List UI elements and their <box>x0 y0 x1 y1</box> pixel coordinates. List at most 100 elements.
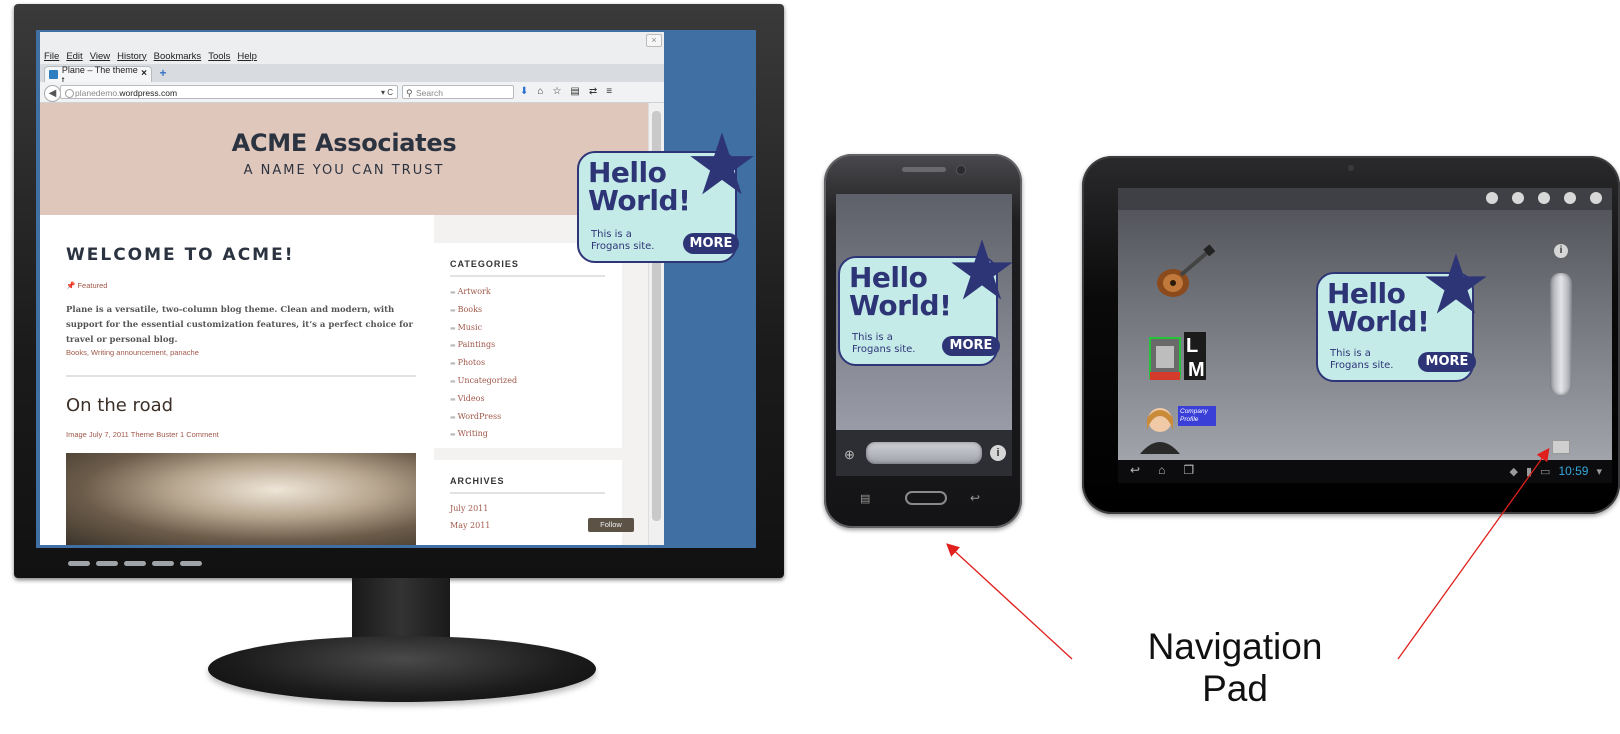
navigation-slider[interactable] <box>866 442 982 464</box>
home-icon[interactable]: ⌂ <box>537 85 543 99</box>
frogans-site-bubble-phone[interactable]: Hello World! This is a Frogans site. MOR… <box>838 239 1012 366</box>
post-title[interactable]: WELCOME TO ACME! <box>66 245 294 265</box>
menu-help[interactable]: Help <box>237 51 257 62</box>
category-link[interactable]: Music <box>450 323 517 341</box>
info-icon[interactable]: i <box>1554 244 1568 258</box>
post2-meta[interactable]: Image July 7, 2011 Theme Buster 1 Commen… <box>66 430 219 439</box>
widget-rule <box>450 275 605 277</box>
categories-list: Artwork Books Music Paintings Photos Unc… <box>450 287 517 447</box>
history-icon[interactable] <box>1564 192 1576 204</box>
tablet: L M Company Profile Hello World! This is… <box>1082 156 1620 514</box>
notification-icon: ▮ <box>1525 465 1533 478</box>
menu-view[interactable]: View <box>90 51 110 62</box>
monitor-button[interactable] <box>180 561 202 566</box>
globe-icon[interactable]: ⊕ <box>844 447 855 463</box>
category-link[interactable]: Writing <box>450 429 517 447</box>
follow-button[interactable]: Follow <box>588 518 634 532</box>
menu-tools[interactable]: Tools <box>208 51 230 62</box>
settings-icon[interactable] <box>1590 192 1602 204</box>
sub-line1: This is a <box>852 332 893 343</box>
category-link[interactable]: Paintings <box>450 340 517 358</box>
notification-icon: ◆ <box>1509 465 1518 478</box>
post-meta[interactable]: Books, Writing announcement, panache <box>66 348 199 357</box>
search-placeholder: Search <box>416 88 443 98</box>
mandolin-icon[interactable] <box>1153 243 1215 303</box>
monitor-button[interactable] <box>124 561 146 566</box>
site-tagline: A NAME YOU CAN TRUST <box>243 163 445 178</box>
new-tab-button[interactable]: + <box>156 66 170 80</box>
menu-icon[interactable]: ≡ <box>606 85 612 99</box>
frogans-site-bubble-tablet[interactable]: Hello World! This is a Frogans site. MOR… <box>1316 253 1487 382</box>
category-link[interactable]: Photos <box>450 358 517 376</box>
caption-line2: Pad <box>1202 668 1268 709</box>
smiley-icon[interactable] <box>1538 192 1550 204</box>
category-link[interactable]: Uncategorized <box>450 376 517 394</box>
navigation-toolbar: ◀ planedemo.wordpress.com ▾ C ⚲ Search ⬇… <box>40 82 664 103</box>
monitor-button[interactable] <box>152 561 174 566</box>
world-text: World! <box>588 184 691 217</box>
back-key-icon[interactable]: ↩ <box>970 491 980 505</box>
navigation-pad-grid-icon[interactable] <box>1552 440 1570 454</box>
world-text: World! <box>1327 305 1430 338</box>
archive-link[interactable]: July 2011 <box>450 504 490 521</box>
category-link[interactable]: WordPress <box>450 412 517 430</box>
favorites-icon[interactable] <box>1512 192 1524 204</box>
share-icon[interactable]: ⇄ <box>589 85 597 99</box>
featured-label[interactable]: 📌 Featured <box>66 281 107 290</box>
info-icon[interactable]: i <box>990 445 1006 461</box>
monitor-button[interactable] <box>68 561 90 566</box>
category-link[interactable]: Videos <box>450 394 517 412</box>
post2-title[interactable]: On the road <box>66 395 173 416</box>
home-icon[interactable]: ⌂ <box>1158 463 1165 477</box>
wifi-icon: ▾ <box>1596 465 1602 478</box>
featured-text: Featured <box>77 281 108 290</box>
hello-text: Hello <box>588 156 667 189</box>
notification-icon: ▭ <box>1540 465 1551 478</box>
back-button[interactable]: ◀ <box>44 85 61 102</box>
tab-plane[interactable]: Plane – The theme t… × <box>44 65 152 85</box>
site-title[interactable]: ACME Associates <box>40 129 648 157</box>
category-link[interactable]: Artwork <box>450 287 517 305</box>
monitor-button[interactable] <box>96 561 118 566</box>
bookmark-icon[interactable] <box>1486 192 1498 204</box>
window-close-button[interactable]: × <box>646 34 662 47</box>
lm-shortcut-icon[interactable]: L M <box>1146 328 1208 386</box>
archives-list: July 2011 May 2011 <box>450 504 490 538</box>
frogans-site-bubble-desktop[interactable]: Hello World! This is a Frogans site. MOR… <box>577 132 754 263</box>
url-bar[interactable]: planedemo.wordpress.com ▾ C <box>60 85 398 99</box>
bookmark-list-icon[interactable]: ▤ <box>570 85 579 99</box>
navigation-pad: ⊕ i <box>836 430 1012 476</box>
widget-rule <box>450 492 605 494</box>
clock: 10:59 <box>1558 464 1589 478</box>
menu-edit[interactable]: Edit <box>66 51 82 62</box>
recent-apps-icon[interactable]: ❐ <box>1183 463 1194 477</box>
download-icon[interactable]: ⬇ <box>520 85 528 99</box>
more-button[interactable]: MORE <box>683 233 739 254</box>
company-profile-shortcut[interactable]: Company Profile <box>1138 400 1218 454</box>
search-input[interactable]: ⚲ Search <box>402 85 514 99</box>
caption-line1: Navigation <box>1147 626 1323 667</box>
home-key[interactable] <box>905 491 947 505</box>
camera-icon <box>956 165 966 175</box>
menu-key-icon[interactable]: ▤ <box>860 492 870 505</box>
menu-history[interactable]: History <box>117 51 147 62</box>
system-nav-keys: ↩ ⌂ ❐ <box>1130 463 1194 477</box>
star-icon[interactable]: ☆ <box>552 85 561 99</box>
more-button[interactable]: MORE <box>1418 352 1476 372</box>
web-page: ACME Associates A NAME YOU CAN TRUST WEL… <box>40 103 648 545</box>
menu-file[interactable]: File <box>44 51 59 62</box>
menu-bookmarks[interactable]: Bookmarks <box>154 51 202 62</box>
navigation-slider[interactable] <box>1550 273 1572 395</box>
tab-close-icon[interactable]: × <box>141 68 147 79</box>
phone-screen: Hello World! This is a Frogans site. MOR… <box>836 194 1012 476</box>
url-dropdown-reload[interactable]: ▾ C <box>381 86 393 100</box>
sub-line2: Frogans site. <box>852 343 916 355</box>
archive-link[interactable]: May 2011 <box>450 521 490 538</box>
category-link[interactable]: Books <box>450 305 517 323</box>
back-icon[interactable]: ↩ <box>1130 463 1140 477</box>
main-column: WELCOME TO ACME! 📌 Featured Plane is a v… <box>40 215 434 545</box>
sub-line1: This is a <box>1330 348 1371 359</box>
monitor-base <box>208 636 596 702</box>
site-header: ACME Associates A NAME YOU CAN TRUST <box>40 103 648 215</box>
more-button[interactable]: MORE <box>942 336 1000 356</box>
